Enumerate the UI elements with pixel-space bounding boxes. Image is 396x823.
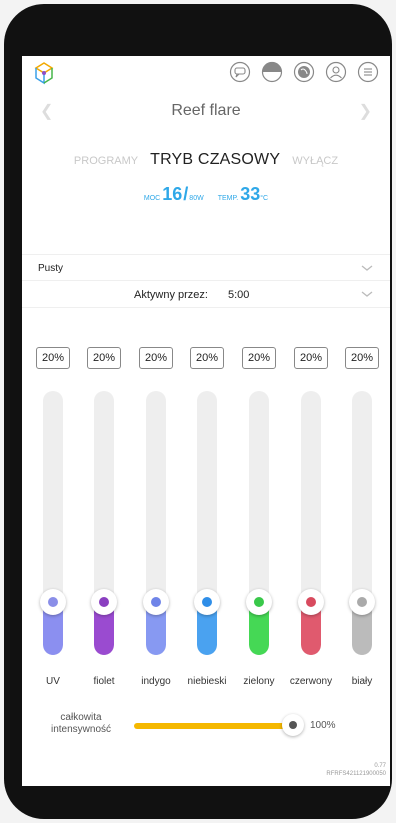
power-value: 16 (162, 184, 183, 204)
power-readout: MOC 16/80W (144, 184, 204, 205)
channel-percent-5[interactable]: 20% (294, 347, 328, 369)
channel-thumb-6[interactable] (349, 589, 375, 615)
channel-thumb-4[interactable] (246, 589, 272, 615)
temp-value: 33 (240, 184, 261, 204)
chevron-down-icon (361, 265, 373, 271)
channel-percent-3[interactable]: 20% (190, 347, 224, 369)
percent-row: 20% 20% 20% 20% 20% 20% 20% (22, 347, 390, 369)
channel-label-4: zielony (243, 676, 275, 687)
channel-percent-2[interactable]: 20% (139, 347, 173, 369)
total-intensity-value: 100% (310, 720, 336, 731)
phone-frame: ❮ Reef flare ❯ PROGRAMY TRYB CZASOWY WYŁ… (4, 4, 392, 819)
status-readout: MOC 16/80W TEMP. 33°C (22, 184, 390, 205)
logo-icon[interactable] (32, 61, 56, 85)
channel-track-3[interactable] (197, 391, 217, 655)
globe-icon[interactable] (292, 60, 316, 84)
channel-track-4[interactable] (249, 391, 269, 655)
tab-off[interactable]: WYŁĄCZ (292, 155, 338, 167)
total-intensity-thumb[interactable] (282, 714, 304, 736)
slash: / (183, 184, 189, 204)
channel-thumb-2[interactable] (143, 589, 169, 615)
channel-percent-6[interactable]: 20% (345, 347, 379, 369)
version-info: 0.77 RFRFS421121900050 (326, 762, 386, 778)
channel-percent-1[interactable]: 20% (87, 347, 121, 369)
channel-track-1[interactable] (94, 391, 114, 655)
top-icons (228, 60, 380, 84)
power-label: MOC (143, 195, 161, 202)
channel-thumb-0[interactable] (40, 589, 66, 615)
channel-thumb-5[interactable] (298, 589, 324, 615)
total-intensity-track[interactable] (134, 723, 288, 729)
temp-label: TEMP. (217, 195, 239, 202)
next-device-chevron-icon[interactable]: ❯ (359, 102, 372, 122)
title-row: ❮ Reef flare ❯ (22, 98, 390, 126)
temp-readout: TEMP. 33°C (218, 184, 268, 205)
power-max: 80W (189, 195, 204, 202)
version-number: 0.77 (374, 763, 386, 769)
channel-label-3: niebieski (187, 676, 227, 687)
serial-number: RFRFS421121900050 (326, 771, 386, 777)
active-label: Aktywny przez: (134, 289, 208, 301)
menu-icon[interactable] (356, 60, 380, 84)
preset-select[interactable]: Pusty (22, 254, 390, 281)
user-icon[interactable] (324, 60, 348, 84)
device-title: Reef flare (171, 102, 241, 119)
channel-track-5[interactable] (301, 391, 321, 655)
app-screen: ❮ Reef flare ❯ PROGRAMY TRYB CZASOWY WYŁ… (22, 56, 390, 786)
active-value: 5:00 (228, 289, 250, 301)
channel-label-1: fiolet (93, 676, 115, 687)
chat-icon[interactable] (228, 60, 252, 84)
channel-label-6: biały (351, 676, 373, 687)
channel-thumb-3[interactable] (194, 589, 220, 615)
tab-programs[interactable]: PROGRAMY (74, 155, 138, 167)
mode-tabs: PROGRAMY TRYB CZASOWY WYŁĄCZ (22, 151, 390, 169)
channel-track-2[interactable] (146, 391, 166, 655)
preset-label: Pusty (38, 263, 64, 274)
chevron-down-icon (361, 291, 373, 297)
channel-percent-0[interactable]: 20% (36, 347, 70, 369)
total-intensity-label: całkowita intensywność (50, 712, 112, 735)
channel-track-0[interactable] (43, 391, 63, 655)
channel-percent-4[interactable]: 20% (242, 347, 276, 369)
tab-timer-mode[interactable]: TRYB CZASOWY (150, 151, 280, 169)
channel-track-6[interactable] (352, 391, 372, 655)
temp-unit: °C (260, 195, 269, 202)
half-moon-icon[interactable] (260, 60, 284, 84)
channel-thumb-1[interactable] (91, 589, 117, 615)
active-duration-select[interactable]: Aktywny przez: 5:00 (22, 280, 390, 308)
top-bar (22, 56, 390, 96)
